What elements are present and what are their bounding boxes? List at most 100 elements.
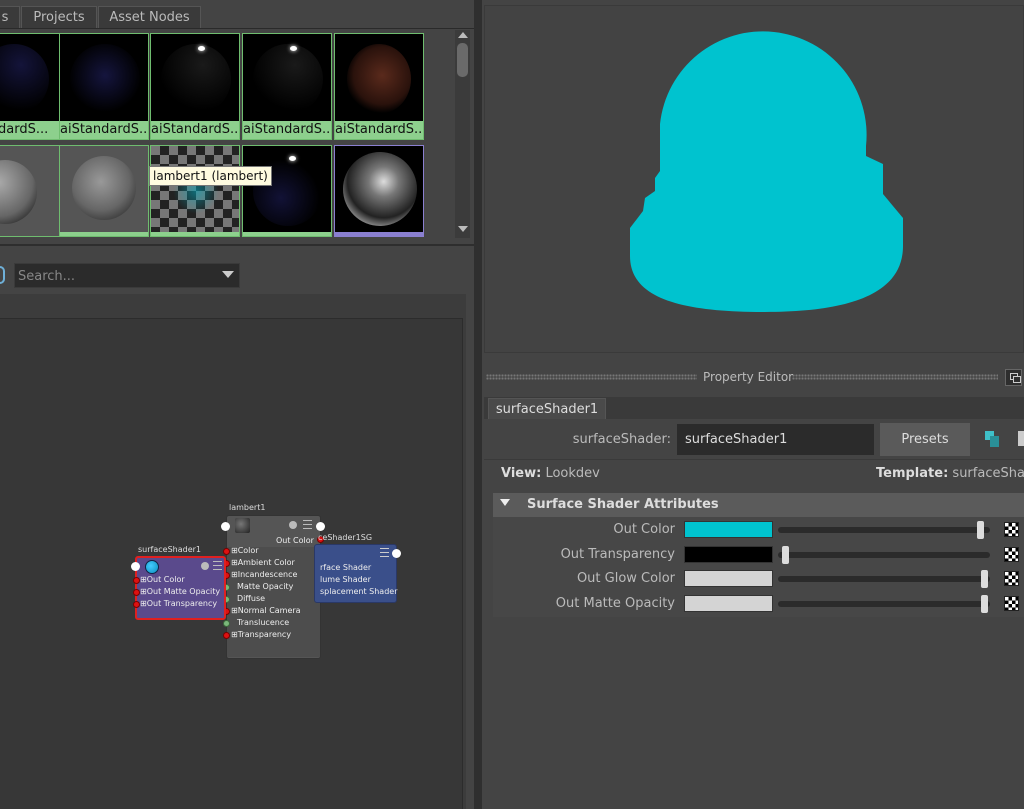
texture-map-icon[interactable] — [1004, 522, 1019, 537]
search-icon[interactable] — [0, 266, 5, 284]
swatch-preview — [347, 44, 411, 114]
port-translucence[interactable]: Translucence — [237, 617, 289, 629]
node-menu-icon[interactable] — [380, 548, 389, 557]
port-matte-opacity[interactable]: Matte Opacity — [237, 581, 293, 593]
port-normal-camera[interactable]: ⊞Normal Camera — [231, 605, 301, 617]
material-swatch[interactable] — [334, 145, 424, 237]
float-window-icon[interactable] — [1005, 369, 1022, 386]
port-color[interactable]: ⊞Color — [231, 545, 259, 557]
port-incandescence[interactable]: ⊞Incandescence — [231, 569, 297, 581]
tab-surfaceshader1[interactable]: surfaceShader1 — [488, 398, 606, 420]
texture-map-icon[interactable] — [1004, 571, 1019, 586]
attribute-slider[interactable] — [778, 601, 990, 607]
texture-map-icon[interactable] — [1004, 547, 1019, 562]
attribute-color-swatch[interactable] — [684, 570, 773, 587]
tab-asset-nodes[interactable]: Asset Nodes — [98, 6, 201, 28]
texture-map-icon[interactable] — [1004, 596, 1019, 611]
shader-preview-ball — [630, 31, 903, 313]
swatch-preview — [253, 44, 323, 114]
slider-thumb[interactable] — [981, 570, 988, 588]
input-connector-dot[interactable] — [131, 562, 140, 571]
template-selector[interactable]: Template: surfaceShade — [876, 466, 1024, 481]
specular-highlight — [198, 46, 205, 51]
node-name-field[interactable] — [677, 424, 874, 455]
specular-highlight — [290, 46, 297, 51]
presets-button[interactable]: Presets — [880, 423, 970, 456]
drag-grip[interactable] — [792, 374, 998, 380]
scroll-up-icon[interactable] — [458, 32, 468, 38]
slider-thumb[interactable] — [981, 595, 988, 613]
selection-strip — [335, 232, 423, 236]
property-editor-title: Property Editor — [703, 370, 794, 384]
lock-icon[interactable] — [1018, 431, 1024, 446]
attribute-label: Out Matte Opacity — [555, 596, 675, 611]
node-menu-icon[interactable] — [303, 520, 312, 529]
attribute-color-swatch[interactable] — [684, 521, 773, 538]
node-mode-icon[interactable] — [201, 562, 209, 570]
slider-thumb[interactable] — [782, 546, 789, 564]
browser-tabbar: s Projects Asset Nodes — [0, 6, 474, 28]
material-swatch[interactable] — [59, 145, 149, 237]
template-value: surfaceShade — [952, 466, 1024, 481]
attribute-slider[interactable] — [778, 527, 990, 533]
drag-grip[interactable] — [486, 374, 697, 380]
port-out-color[interactable]: Out Color — [276, 535, 314, 547]
attribute-label: Out Color — [613, 522, 675, 537]
port-dot[interactable] — [223, 632, 230, 639]
port-out-transparency[interactable]: ⊞Out Transparency — [140, 598, 217, 610]
port-transparency[interactable]: ⊞Transparency — [231, 629, 291, 641]
attribute-color-swatch[interactable] — [684, 595, 773, 612]
node-menu-icon[interactable] — [213, 561, 222, 570]
material-swatch[interactable]: aiStandardS... — [242, 33, 332, 140]
port-dot[interactable] — [223, 548, 230, 555]
material-viewer[interactable] — [484, 5, 1024, 353]
search-dropdown-icon[interactable] — [222, 271, 234, 278]
view-label: View: — [501, 466, 542, 481]
attribute-slider[interactable] — [778, 576, 990, 582]
port-out-color[interactable]: ⊞Out Color — [140, 574, 185, 586]
port-surface-shader[interactable]: rface Shader — [320, 562, 371, 574]
input-connector-dot[interactable] — [221, 522, 230, 531]
panel-divider[interactable] — [474, 0, 482, 809]
collapse-arrow-icon[interactable] — [500, 499, 510, 506]
swatch-preview — [0, 44, 49, 114]
view-value: Lookdev — [545, 466, 600, 481]
swatch-preview — [161, 44, 231, 114]
search-input[interactable] — [18, 266, 213, 286]
port-dot[interactable] — [133, 577, 140, 584]
port-volume-shader[interactable]: lume Shader — [320, 574, 371, 586]
port-ambient-color[interactable]: ⊞Ambient Color — [231, 557, 295, 569]
tab-materials[interactable]: s — [0, 6, 20, 28]
port-diffuse[interactable]: Diffuse — [237, 593, 265, 605]
output-connector-dot[interactable] — [316, 522, 325, 531]
material-swatch[interactable]: aiStandardS... — [150, 33, 240, 140]
port-dot[interactable] — [133, 601, 140, 608]
header-separator — [484, 459, 1024, 460]
focus-icon[interactable] — [985, 431, 999, 447]
node-mode-icon[interactable] — [289, 521, 297, 529]
port-dot[interactable] — [223, 620, 230, 627]
template-label: Template: — [876, 466, 949, 481]
slider-thumb[interactable] — [977, 521, 984, 539]
material-swatch-lambert1[interactable] — [150, 145, 240, 237]
material-swatch[interactable] — [0, 145, 64, 237]
port-displacement-shader[interactable]: splacement Shader — [320, 586, 398, 598]
search-box[interactable] — [14, 263, 240, 288]
node-type-label: surfaceShader: — [572, 432, 671, 447]
material-swatch[interactable]: aiStandardS... — [59, 33, 149, 140]
material-swatch[interactable]: aiStandardS... — [334, 33, 424, 140]
material-swatch[interactable] — [242, 145, 332, 237]
node-editor-canvas[interactable]: lambert1 Out Color ⊞Color ⊞Ambient Color… — [0, 318, 463, 809]
tab-projects[interactable]: Projects — [21, 6, 97, 28]
attribute-color-swatch[interactable] — [684, 546, 773, 563]
selection-strip — [151, 232, 239, 236]
output-connector-dot[interactable] — [392, 549, 401, 558]
view-selector[interactable]: View: Lookdev — [501, 466, 600, 481]
port-dot[interactable] — [133, 589, 140, 596]
scrollbar-thumb[interactable] — [457, 43, 468, 77]
attribute-slider[interactable] — [778, 552, 990, 558]
port-out-matte-opacity[interactable]: ⊞Out Matte Opacity — [140, 586, 220, 598]
material-swatch[interactable]: ndardS... — [0, 33, 64, 140]
scroll-down-icon[interactable] — [458, 226, 468, 232]
attribute-label: Out Glow Color — [576, 571, 675, 586]
